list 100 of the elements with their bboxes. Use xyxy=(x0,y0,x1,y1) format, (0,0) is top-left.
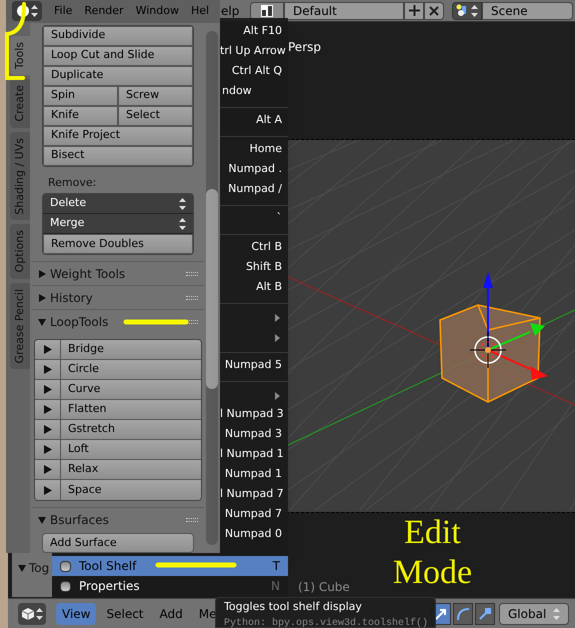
view-label: Persp xyxy=(288,40,321,54)
shortcut-text: Ctrl B xyxy=(250,239,283,255)
loop-tool-button[interactable]: Flatten xyxy=(61,400,201,419)
gizmo-arrow[interactable] xyxy=(483,272,493,350)
shortcut-text: Numpad 5 xyxy=(224,357,283,373)
remove-label: Remove: xyxy=(48,174,98,190)
layout-icon xyxy=(261,4,273,16)
python-path-text: Python: bpy.ops.view3d.toolshelf() xyxy=(224,616,427,628)
scene-name-field[interactable]: Scene xyxy=(482,2,573,20)
delete-layout-button[interactable] xyxy=(424,2,444,20)
scene-type-button[interactable] xyxy=(452,2,482,20)
gizmo-arrow[interactable] xyxy=(488,323,545,351)
menu-label[interactable]: elp xyxy=(221,2,250,20)
shortcut-text: ` xyxy=(276,210,283,226)
drag-grip-icon xyxy=(186,272,198,276)
menu-item-label[interactable]: ndow xyxy=(220,83,288,103)
play-triangle-icon xyxy=(44,425,52,434)
shortcut-text: l Numpad 3 xyxy=(220,406,285,422)
up-down-arrows-icon xyxy=(471,4,478,16)
loop-tool-button[interactable]: Bridge xyxy=(61,340,201,359)
add-layout-button[interactable] xyxy=(404,2,424,20)
submenu-arrow-icon xyxy=(275,392,280,400)
submenu-arrow-icon xyxy=(275,314,280,322)
tool-button[interactable]: Knife Project xyxy=(43,126,193,146)
shortcut-text: Numpad 3 xyxy=(224,426,283,442)
up-down-arrows-icon xyxy=(179,218,186,230)
tool-button[interactable]: Select xyxy=(118,106,193,126)
expand-button[interactable] xyxy=(35,340,61,359)
loop-tool-button[interactable]: Space xyxy=(61,480,201,500)
scrollbar-thumb[interactable] xyxy=(206,188,218,388)
cube-icon xyxy=(22,608,34,620)
arc-icon xyxy=(456,606,470,620)
panel-header[interactable]: Tog xyxy=(12,553,52,597)
up-down-arrows-icon xyxy=(36,608,42,620)
expand-button[interactable] xyxy=(35,420,61,439)
expand-button[interactable] xyxy=(35,460,61,479)
loop-tool-button[interactable]: Curve xyxy=(61,380,201,399)
tool-button[interactable]: Loop Cut and Slide xyxy=(43,46,193,66)
submenu-arrow-icon xyxy=(275,334,280,342)
tool-button[interactable]: Subdivide xyxy=(43,26,193,46)
shortcut-text: Ctrl Alt Q xyxy=(230,63,283,79)
play-triangle-icon xyxy=(44,405,52,414)
manipulator-scale-button[interactable] xyxy=(475,602,495,624)
tool-button[interactable]: Remove Doubles xyxy=(43,234,193,254)
checkbox[interactable] xyxy=(60,560,71,572)
shortcut-text: l Numpad 1 xyxy=(220,446,285,462)
expand-button[interactable] xyxy=(35,360,61,379)
play-triangle-icon xyxy=(44,345,52,354)
shortcut-text: Alt B xyxy=(255,279,283,295)
orientation-dropdown[interactable]: Global xyxy=(499,602,569,624)
loop-tool-button[interactable]: Gstretch xyxy=(61,420,201,439)
header-menu[interactable]: Select xyxy=(100,602,150,624)
header-menu[interactable]: Add xyxy=(154,602,189,624)
edit-mode-caption: Edit xyxy=(404,513,461,553)
scene-objects-icon xyxy=(456,4,469,17)
loop-tool-button[interactable]: Circle xyxy=(61,360,201,379)
layout-name-field[interactable]: Default xyxy=(284,2,404,20)
shortcut-text: T xyxy=(272,558,280,575)
panel-header[interactable]: Bsurfaces xyxy=(32,507,204,531)
expand-button[interactable] xyxy=(35,440,61,459)
tool-button[interactable]: Duplicate xyxy=(43,66,193,86)
panel-header[interactable]: LoopTools xyxy=(32,309,204,333)
3d-cursor-icon xyxy=(470,332,506,368)
panel-title: Tog xyxy=(29,560,50,577)
drag-grip-icon xyxy=(186,296,198,300)
menu-item[interactable]: Properties N xyxy=(52,576,288,596)
tool-button[interactable]: Screw xyxy=(118,86,193,106)
loop-tool-button[interactable]: Relax xyxy=(61,460,201,479)
menu-item-label: Properties xyxy=(79,578,140,595)
layout-type-button[interactable] xyxy=(250,2,284,20)
up-down-arrows-icon xyxy=(553,608,560,620)
tool-button[interactable]: Knife xyxy=(43,106,118,126)
checkbox[interactable] xyxy=(60,580,71,592)
panel-title: Bsurfaces xyxy=(50,512,109,528)
tool-button[interactable]: Bisect xyxy=(43,146,193,166)
info-icon xyxy=(16,5,28,18)
play-triangle-icon xyxy=(44,445,52,454)
tool-button[interactable]: Add Surface xyxy=(42,533,194,553)
menu-item[interactable]: Tool Shelf T xyxy=(52,556,288,576)
expand-button[interactable] xyxy=(35,380,61,399)
gizmo-arrow[interactable] xyxy=(488,349,548,380)
expand-button[interactable] xyxy=(35,400,61,419)
loop-tool-button[interactable]: Loft xyxy=(61,440,201,459)
shortcut-text: Alt F10 xyxy=(242,23,283,39)
drag-grip-icon xyxy=(186,518,198,522)
edit-mode-caption: Mode xyxy=(392,553,472,593)
dropdown-menu[interactable]: Merge xyxy=(43,214,193,234)
shortcut-text: Numpad . xyxy=(227,161,283,177)
play-triangle-icon xyxy=(44,365,52,374)
tool-button[interactable]: Spin xyxy=(43,86,118,106)
dropdown-menu[interactable]: Delete xyxy=(43,194,193,214)
manipulator-rotate-button[interactable] xyxy=(453,602,473,624)
editor-type-button[interactable] xyxy=(18,602,46,624)
vertical-tab[interactable]: Tools xyxy=(10,36,30,76)
header-menu[interactable]: View xyxy=(56,602,96,624)
disclosure-triangle-icon xyxy=(38,516,46,524)
drag-grip-icon xyxy=(186,320,198,324)
panel-header[interactable]: History xyxy=(32,285,204,309)
panel-header[interactable]: Weight Tools xyxy=(32,261,204,285)
expand-button[interactable] xyxy=(35,480,61,500)
